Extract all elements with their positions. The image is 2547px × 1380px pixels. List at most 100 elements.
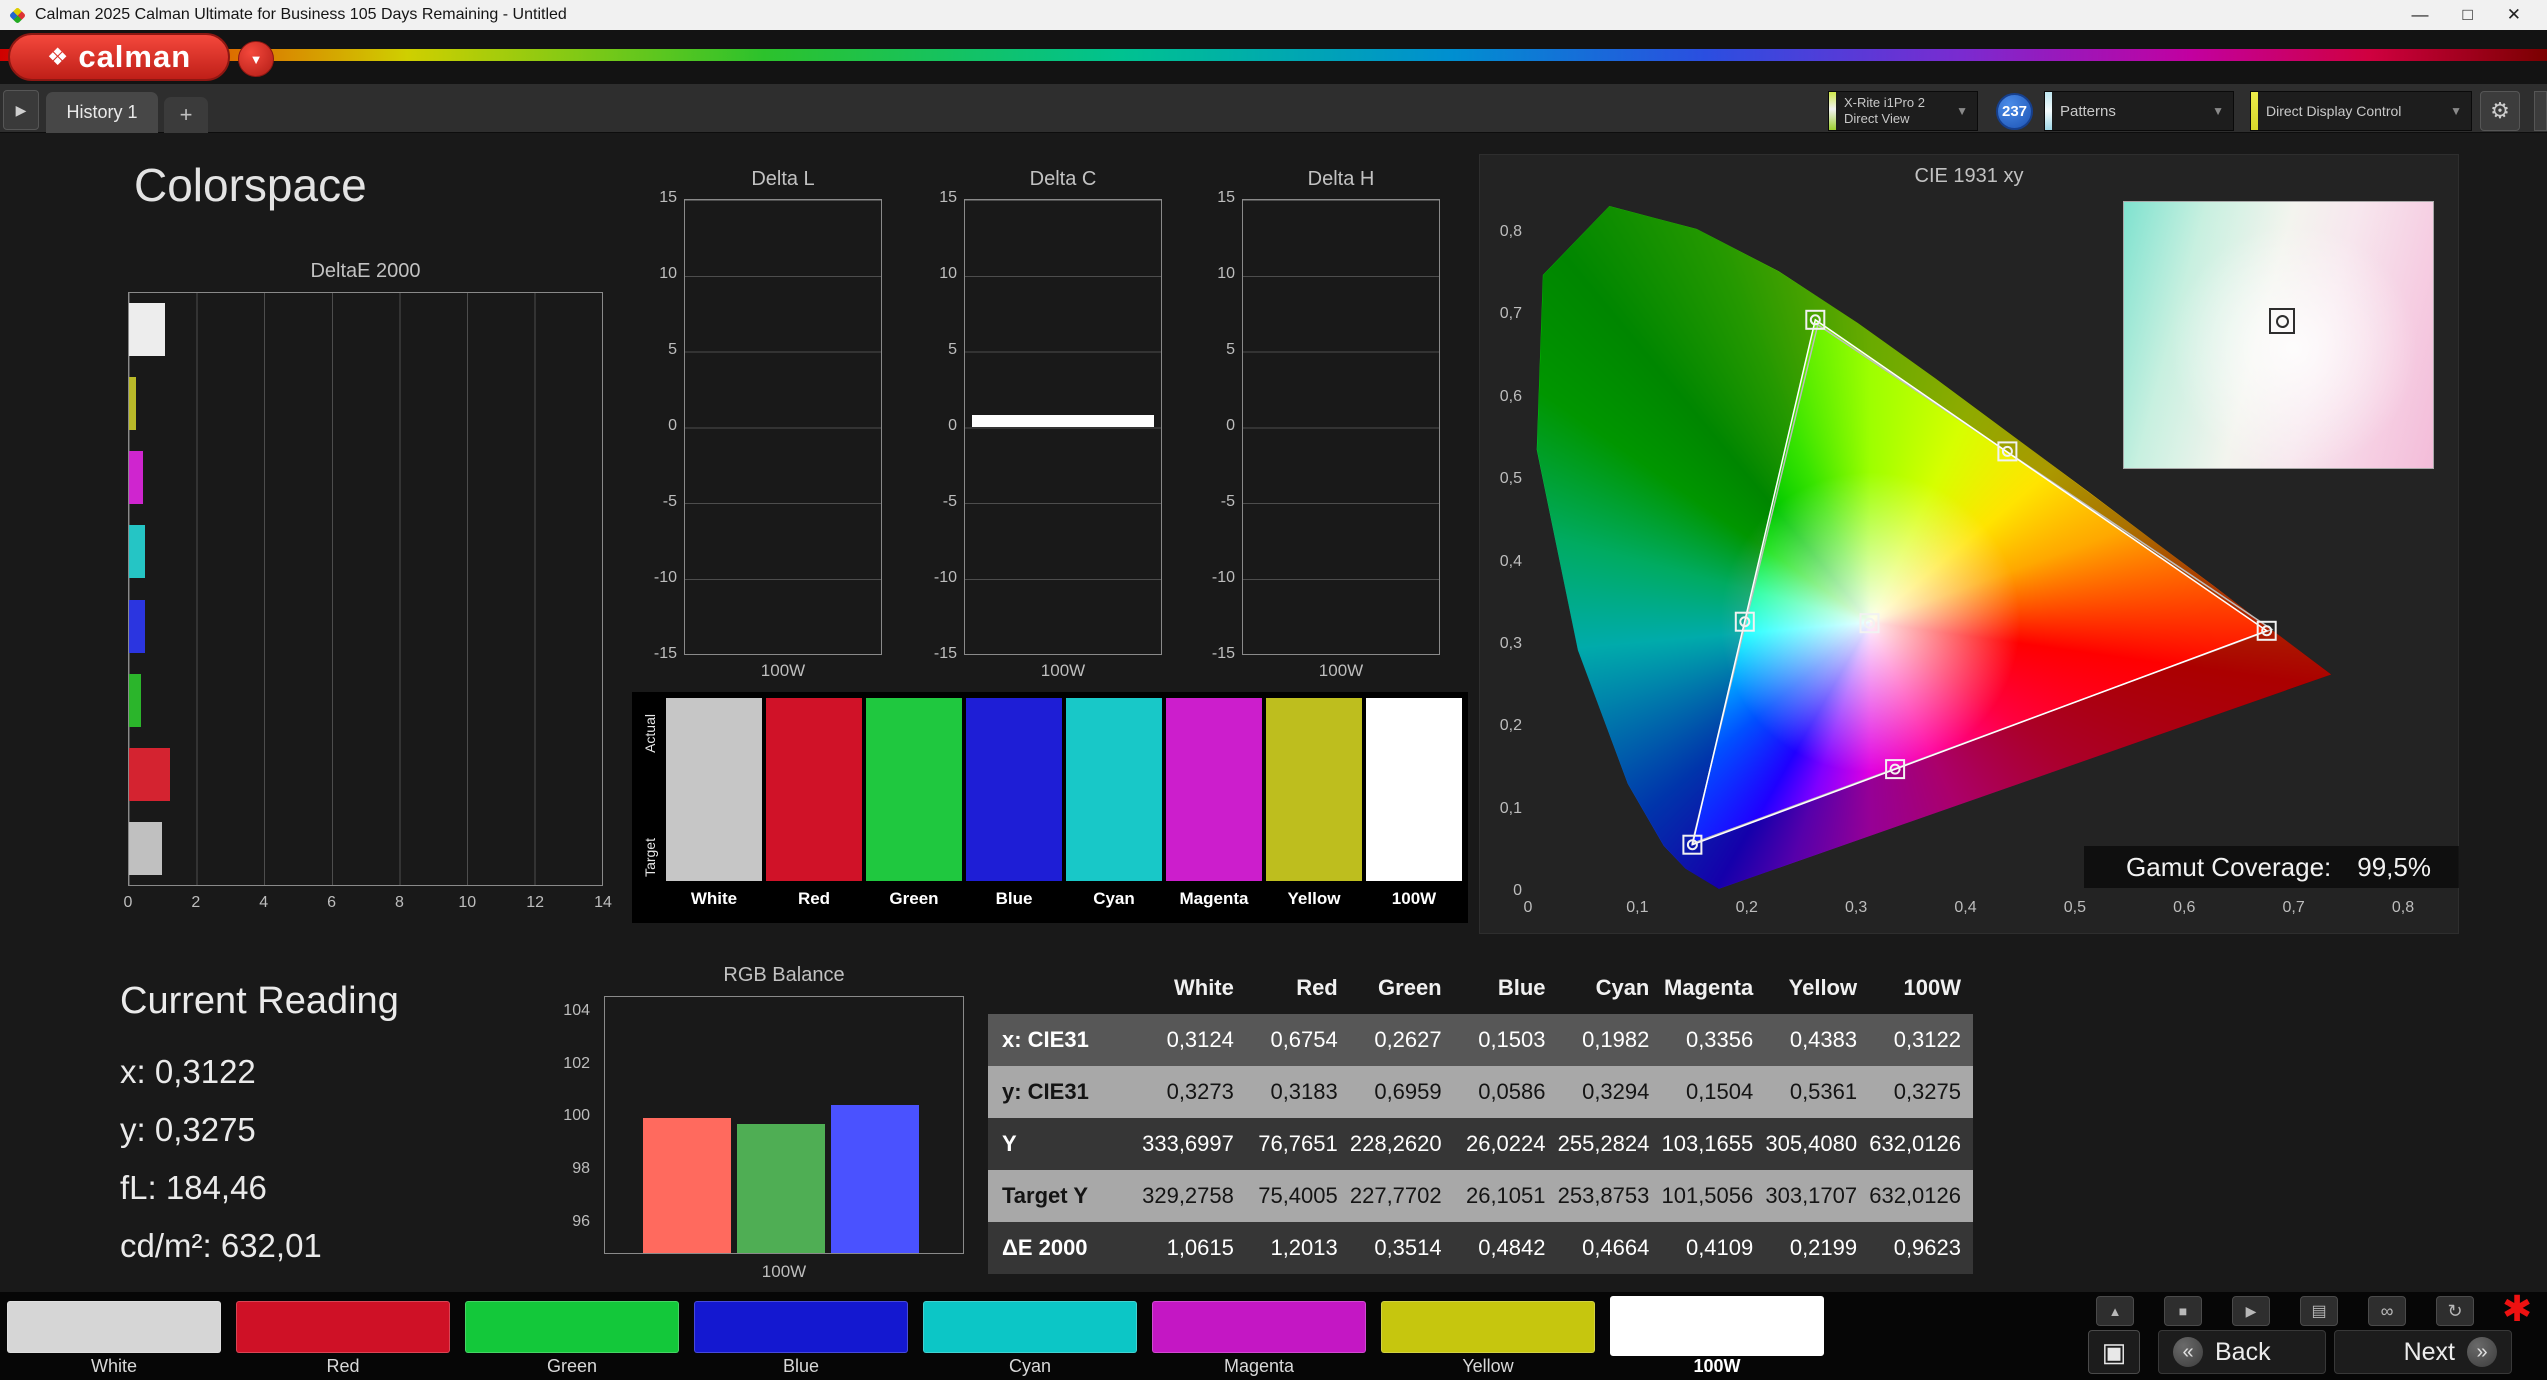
pattern-button-blue[interactable]: Blue: [692, 1292, 910, 1380]
table-cell: 0,0586: [1478, 1079, 1546, 1104]
patterns-dropdown[interactable]: Patterns ▼: [2044, 91, 2234, 131]
axis-tick-label: 10: [939, 265, 957, 282]
deltae-bar-row: [129, 599, 602, 653]
edge-partial-button[interactable]: [2534, 91, 2547, 131]
inset-white-point-marker: [2269, 308, 2296, 335]
maximize-button[interactable]: □: [2462, 5, 2472, 25]
axis-tick-label: -15: [653, 645, 677, 662]
table-cell: 0,6754: [1270, 1027, 1338, 1052]
play-button[interactable]: ▶: [2232, 1296, 2270, 1326]
axis-tick-label: -15: [933, 645, 957, 662]
axis-tick-label: 12: [526, 894, 545, 911]
pattern-swatch: [7, 1301, 221, 1353]
table-cell: 0,4664: [1582, 1235, 1650, 1260]
pattern-button-red[interactable]: Red: [234, 1292, 452, 1380]
axis-tick-label: 0,4: [1954, 899, 1977, 916]
delta-value-bar: [972, 414, 1154, 427]
axis-tick-label: 0: [1513, 882, 1522, 899]
pattern-button-white[interactable]: White: [5, 1292, 223, 1380]
axis-tick-label: -10: [1211, 569, 1235, 586]
stop-button[interactable]: ■: [2164, 1296, 2202, 1326]
add-tab-button[interactable]: +: [164, 97, 208, 133]
pattern-button-label: Green: [546, 1356, 598, 1376]
rgb-balance-x-label: 100W: [761, 1262, 807, 1281]
swatch-row-labels: Actual Target: [638, 698, 662, 917]
delta-chart-title: Delta L: [751, 168, 815, 190]
table-row: y: CIE31 0,3273 0,3183 0,6959 0,0586 0,3294 0,…: [988, 1066, 1973, 1118]
pattern-swatch: [1381, 1301, 1595, 1353]
table-cell: 0,4109: [1685, 1235, 1754, 1260]
table-cell: 632,0126: [1869, 1183, 1961, 1208]
window-pattern-button[interactable]: ▣: [2088, 1330, 2140, 1374]
axis-tick-label: 15: [939, 189, 957, 206]
page-title: Colorspace: [134, 159, 367, 211]
tab-history-1[interactable]: History 1: [46, 92, 158, 133]
settings-button[interactable]: ⚙: [2480, 91, 2520, 131]
display-control-label: Direct Display Control: [2266, 103, 2402, 119]
collapse-button[interactable]: ▲: [2096, 1296, 2134, 1326]
calman-logo[interactable]: ❖ calman: [8, 33, 230, 81]
pattern-button-green[interactable]: Green: [463, 1292, 681, 1380]
swatch-column: Cyan: [1066, 698, 1162, 917]
refresh-button[interactable]: ↻: [2436, 1296, 2474, 1326]
pattern-button-magenta[interactable]: Magenta: [1150, 1292, 1368, 1380]
meter-name: X-Rite i1Pro 2: [1844, 95, 1925, 110]
axis-tick-label: 5: [1226, 341, 1235, 358]
axis-tick-label: 0,6: [2173, 899, 2196, 916]
swatch-label: White: [690, 889, 738, 908]
axis-tick-label: 5: [668, 341, 677, 358]
axis-tick-label: 0: [123, 894, 133, 911]
pattern-swatch: [694, 1301, 908, 1353]
swatch-cyan: [1066, 698, 1162, 881]
axis-tick-label: 0,5: [1499, 470, 1522, 488]
axis-tick-label: 2: [191, 894, 201, 911]
pattern-swatch: [923, 1301, 1137, 1353]
next-button[interactable]: Next »: [2334, 1330, 2512, 1374]
table-cell: 329,2758: [1142, 1183, 1234, 1208]
deltae-bar-row: [129, 303, 602, 356]
deltae-bar-100w: [129, 821, 162, 875]
meter-count-badge[interactable]: 237: [1996, 93, 2033, 130]
meter-dropdown[interactable]: X-Rite i1Pro 2 Direct View ▼: [1828, 91, 1978, 131]
alert-asterisk-icon[interactable]: ✱: [2502, 1288, 2532, 1330]
logo-menu-button[interactable]: ▼: [238, 41, 274, 77]
back-button[interactable]: « Back: [2158, 1330, 2326, 1374]
deltae-chart: [128, 292, 603, 886]
save-button[interactable]: ▤: [2300, 1296, 2338, 1326]
tab-bar: ▶ History 1 + X-Rite i1Pro 2 Direct View…: [0, 84, 2547, 133]
axis-tick-label: 0,3: [1845, 899, 1868, 916]
table-column-header: Yellow: [1788, 975, 1858, 1000]
cie-zoom-inset: [2123, 201, 2434, 469]
table-cell: 305,4080: [1765, 1131, 1858, 1156]
table-cell: 0,6959: [1374, 1079, 1442, 1104]
table-cell: 0,2627: [1374, 1027, 1442, 1052]
chevron-down-icon: ▼: [1956, 104, 1968, 118]
swatch-label: Yellow: [1287, 889, 1341, 908]
delta-chart-delta-l: Delta L 15 10 5 0 -5 -10 -15 100W: [620, 168, 882, 681]
current-reading-title: Current Reading: [120, 980, 399, 1022]
table-row-label: Target Y: [1002, 1183, 1088, 1208]
table-column-header: Green: [1378, 975, 1442, 1000]
link-button[interactable]: ∞: [2368, 1296, 2406, 1326]
axis-tick-label: -5: [1220, 493, 1235, 510]
swatch-column: Green: [866, 698, 962, 917]
pattern-swatch: [1610, 1296, 1824, 1356]
deltae-bar-yellow: [129, 377, 137, 431]
cie-chart-title: CIE 1931 xy: [1914, 165, 2024, 187]
display-control-dropdown[interactable]: Direct Display Control ▼: [2250, 91, 2472, 131]
pattern-button-cyan[interactable]: Cyan: [921, 1292, 1139, 1380]
rgb-balance-y-axis: 104 102 100 98 96: [536, 996, 596, 1254]
swatch-white: [666, 698, 762, 881]
history-panel-toggle[interactable]: ▶: [3, 90, 39, 130]
pattern-button-yellow[interactable]: Yellow: [1379, 1292, 1597, 1380]
swatch-label: Cyan: [1093, 889, 1135, 908]
swatch-label: Green: [889, 889, 939, 908]
chevron-down-icon: ▼: [249, 51, 263, 67]
pattern-button-100w[interactable]: 100W: [1608, 1292, 1826, 1380]
minimize-button[interactable]: —: [2411, 5, 2428, 25]
cie-panel: CIE 1931 xy 0 0,1 0,2 0,3 0,4 0,5 0,6 0,7 0,8 0 0,…: [1479, 154, 2459, 934]
actual-label: Actual: [642, 714, 658, 753]
deltae-bar-magenta: [129, 451, 143, 505]
close-button[interactable]: ✕: [2507, 5, 2521, 25]
reading-value: cd/m²: 632,01: [120, 1227, 322, 1264]
